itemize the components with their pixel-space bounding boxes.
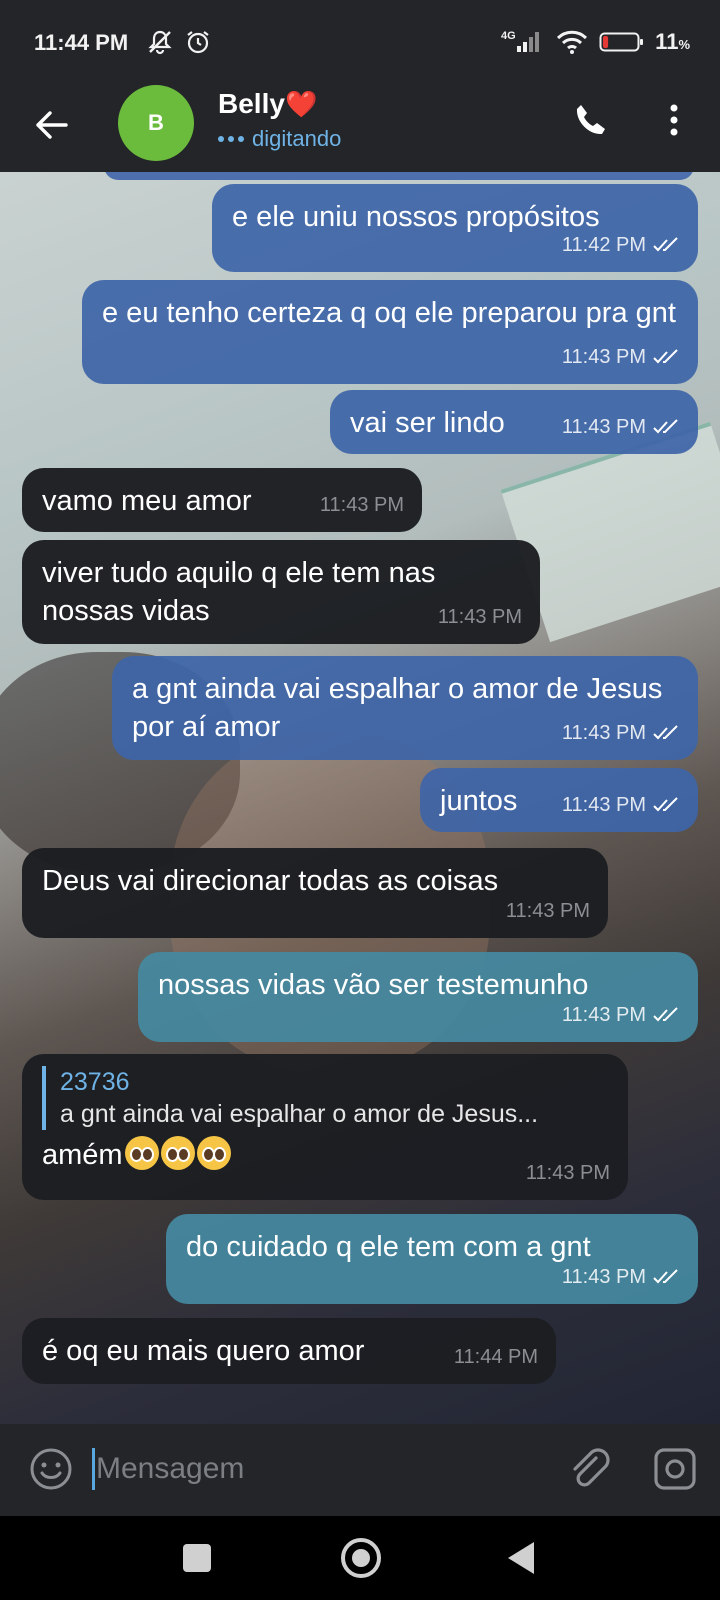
back-icon[interactable] bbox=[508, 1542, 534, 1574]
emoji-icon[interactable] bbox=[28, 1446, 74, 1492]
camera-icon[interactable] bbox=[652, 1446, 698, 1492]
message-meta: 11:43 PM bbox=[562, 786, 680, 824]
message-text: e ele uniu nossos propósitos bbox=[232, 201, 600, 233]
message-time: 11:43 PM bbox=[319, 494, 404, 516]
message-outgoing[interactable]: juntos 11:43 PM bbox=[420, 768, 698, 832]
double-check-icon bbox=[653, 419, 678, 434]
message-incoming[interactable]: vamo meu amor 11:43 PM bbox=[22, 468, 422, 532]
message-time: 11:43 PM bbox=[561, 794, 646, 816]
message-time: 11:43 PM bbox=[437, 606, 522, 628]
call-button[interactable] bbox=[568, 98, 612, 142]
message-incoming[interactable]: viver tudo aquilo q ele tem nas nossas v… bbox=[22, 540, 540, 644]
message-time: 11:43 PM bbox=[561, 416, 646, 438]
message-text: amém bbox=[42, 1139, 123, 1171]
typing-status: digitando bbox=[218, 126, 341, 152]
typing-text: digitando bbox=[252, 126, 342, 151]
double-check-icon bbox=[653, 797, 678, 812]
message-outgoing[interactable]: nossas vidas vão ser testemunho 11:43 PM bbox=[138, 952, 698, 1042]
recents-icon[interactable] bbox=[183, 1544, 211, 1572]
reply-author: 23736 bbox=[60, 1068, 130, 1096]
message-meta: 11:43 PM bbox=[562, 338, 680, 376]
message-text: é oq eu mais quero amor bbox=[42, 1335, 365, 1367]
more-vert-icon bbox=[670, 104, 678, 136]
back-arrow-icon bbox=[36, 111, 68, 139]
battery-unit: % bbox=[678, 37, 690, 52]
double-check-icon bbox=[653, 1007, 678, 1022]
signal-icon: 4G bbox=[501, 30, 540, 52]
message-meta: 11:43 PM bbox=[562, 996, 680, 1034]
message-incoming[interactable]: Deus vai direcionar todas as coisas 11:4… bbox=[22, 848, 608, 938]
message-meta: 11:43 PM bbox=[562, 1258, 680, 1296]
message-incoming[interactable]: é oq eu mais quero amor 11:44 PM bbox=[22, 1318, 556, 1384]
contact-name[interactable]: Belly❤️ bbox=[218, 88, 317, 120]
back-button[interactable] bbox=[28, 102, 74, 148]
message-text: Deus vai direcionar todas as coisas bbox=[42, 865, 499, 897]
message-text: vai ser lindo bbox=[350, 407, 505, 439]
message-time: 11:43 PM bbox=[561, 1266, 646, 1288]
system-nav-bar bbox=[0, 1516, 720, 1600]
message-time: 11:43 PM bbox=[561, 1004, 646, 1026]
typing-dots-icon bbox=[218, 136, 244, 142]
message-input-bar bbox=[0, 1424, 720, 1516]
message-outgoing[interactable]: vai ser lindo 11:43 PM bbox=[330, 390, 698, 454]
message-time: 11:43 PM bbox=[505, 900, 590, 922]
message-text: viver tudo aquilo q ele tem nas nossas v… bbox=[42, 557, 436, 627]
reply-text: a gnt ainda vai espalhar o amor de Jesus… bbox=[60, 1100, 539, 1128]
message-outgoing[interactable]: a gnt ainda vai espalhar o amor de Jesus… bbox=[112, 656, 698, 760]
paperclip-icon[interactable] bbox=[566, 1446, 612, 1492]
message-input[interactable] bbox=[92, 1446, 532, 1492]
more-menu-button[interactable] bbox=[656, 98, 692, 142]
message-meta: 11:43 PM bbox=[562, 408, 680, 446]
chat-header: B Belly❤️ digitando bbox=[0, 84, 720, 172]
message-time: 11:43 PM bbox=[561, 722, 646, 744]
battery-text: 11% bbox=[655, 29, 690, 55]
reply-quote[interactable]: 23736 a gnt ainda vai espalhar o amor de… bbox=[42, 1066, 608, 1130]
message-text: e eu tenho certeza q oq ele preparou pra… bbox=[102, 297, 676, 329]
message-text: do cuidado q ele tem com a gnt bbox=[186, 1231, 591, 1263]
message-outgoing[interactable]: e ele uniu nossos propósitos 11:42 PM bbox=[212, 184, 698, 272]
home-icon[interactable] bbox=[341, 1538, 381, 1578]
message-meta: 11:42 PM bbox=[562, 226, 680, 264]
message-outgoing[interactable]: e eu tenho certeza q oq ele preparou pra… bbox=[82, 280, 698, 384]
message-time: 11:44 PM bbox=[453, 1346, 538, 1368]
double-check-icon bbox=[653, 1269, 678, 1284]
previous-message-edge bbox=[104, 172, 694, 180]
battery-value: 11 bbox=[655, 29, 679, 54]
double-check-icon bbox=[653, 725, 678, 740]
phone-icon bbox=[576, 105, 605, 135]
message-text: juntos bbox=[440, 785, 518, 817]
network-type: 4G bbox=[501, 30, 516, 42]
message-time: 11:43 PM bbox=[561, 346, 646, 368]
message-time: 11:43 PM bbox=[525, 1162, 610, 1184]
mute-icon bbox=[148, 30, 172, 55]
contact-name-text: Belly bbox=[218, 88, 285, 119]
battery-icon bbox=[599, 32, 644, 52]
status-time: 11:44 PM bbox=[34, 30, 129, 55]
message-text: vamo meu amor bbox=[42, 485, 252, 517]
chat-area[interactable]: e ele uniu nossos propósitos 11:42 PM e … bbox=[0, 172, 720, 1424]
double-check-icon bbox=[653, 237, 678, 252]
wifi-icon bbox=[557, 30, 588, 54]
alarm-icon bbox=[187, 31, 209, 54]
status-bar: 11:44 PM 4G 11% bbox=[0, 0, 720, 84]
message-meta: 11:43 PM bbox=[562, 714, 680, 752]
avatar[interactable]: B bbox=[118, 85, 194, 161]
double-check-icon bbox=[653, 349, 678, 364]
message-text: nossas vidas vão ser testemunho bbox=[158, 969, 589, 1001]
message-time: 11:42 PM bbox=[561, 234, 646, 256]
pleading-face-emoji bbox=[123, 1136, 231, 1171]
heart-emoji: ❤️ bbox=[284, 89, 318, 119]
message-outgoing[interactable]: do cuidado q ele tem com a gnt 11:43 PM bbox=[166, 1214, 698, 1304]
status-right: 4G 11% bbox=[501, 28, 690, 56]
message-incoming-reply[interactable]: 23736 a gnt ainda vai espalhar o amor de… bbox=[22, 1054, 628, 1200]
status-icons-left bbox=[146, 28, 212, 56]
